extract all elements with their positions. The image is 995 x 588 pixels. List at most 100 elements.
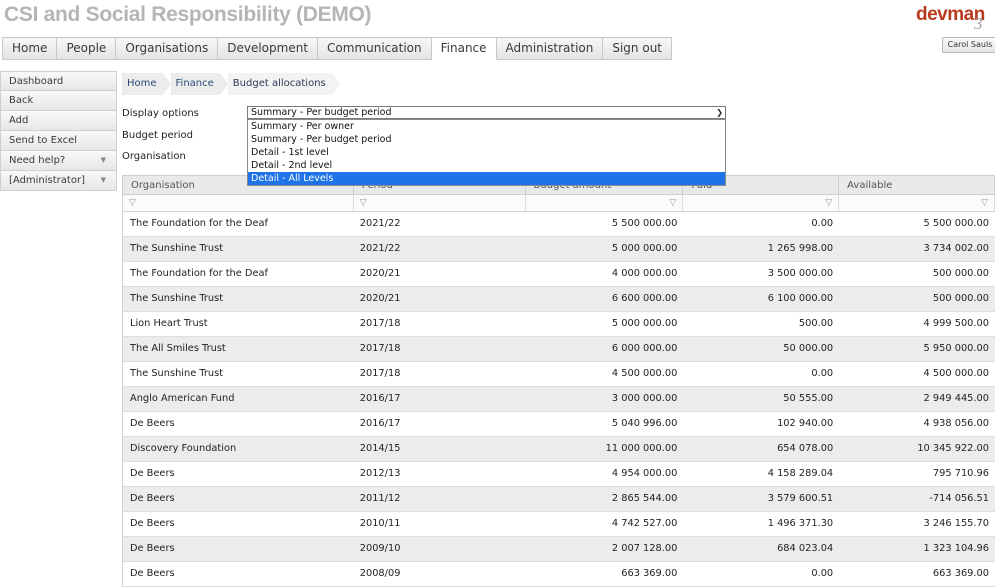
cell-budget-amount: 4 500 000.00 bbox=[611, 368, 678, 379]
table-row[interactable]: Lion Heart Trust 2017/18 5 000 000.00 500.0… bbox=[123, 312, 995, 337]
sidebar-item-add[interactable]: Add bbox=[0, 111, 117, 131]
cell-available: 3 734 002.00 bbox=[923, 243, 989, 254]
sidebar-item-administrator[interactable]: [Administrator] ▼ bbox=[0, 171, 117, 191]
dropdown-option[interactable]: Summary - Per owner bbox=[248, 120, 725, 133]
table-row[interactable]: The Sunshine Trust 2021/22 5 000 000.00 1 2… bbox=[123, 237, 995, 262]
display-options-value: Summary - Per budget period bbox=[251, 107, 392, 118]
cell-paid: 1 265 998.00 bbox=[767, 243, 834, 254]
table-row[interactable]: De Beers 2010/11 4 742 527.00 1 496 371.30 3… bbox=[123, 512, 995, 537]
cell-paid: 50 000.00 bbox=[783, 343, 834, 354]
filter-icon[interactable]: ▽ bbox=[981, 195, 988, 211]
cell-organisation: Anglo American Fund bbox=[130, 393, 235, 404]
nav-tab-people[interactable]: People bbox=[57, 37, 117, 60]
sidebar-item-send-to-excel[interactable]: Send to Excel bbox=[0, 131, 117, 151]
cell-organisation: De Beers bbox=[130, 543, 175, 554]
filter-icon[interactable]: ▽ bbox=[360, 195, 367, 211]
filter-cell[interactable]: ▽ bbox=[683, 195, 840, 211]
cell-paid: 684 023.04 bbox=[777, 543, 834, 554]
nav-tab-organisations[interactable]: Organisations bbox=[116, 37, 219, 60]
cell-paid: 3 579 600.51 bbox=[767, 493, 834, 504]
cell-budget-amount: 4 954 000.00 bbox=[611, 468, 678, 479]
budget-allocations-table: Organisation Period Budget amount Paid A… bbox=[122, 175, 995, 587]
table-row[interactable]: De Beers 2009/10 2 007 128.00 684 023.04 1 3… bbox=[123, 537, 995, 562]
cell-paid: 50 555.00 bbox=[783, 393, 834, 404]
breadcrumb-finance[interactable]: Finance bbox=[170, 73, 231, 95]
filter-icon[interactable]: ▽ bbox=[129, 195, 136, 211]
cell-paid: 4 158 289.04 bbox=[767, 468, 834, 479]
filter-cell[interactable]: ▽ bbox=[123, 195, 354, 211]
cell-paid: 1 496 371.30 bbox=[767, 518, 834, 529]
table-row[interactable]: De Beers 2008/09 663 369.00 0.00 663 369.00 bbox=[123, 562, 995, 587]
dropdown-option[interactable]: Detail - 2nd level bbox=[248, 159, 725, 172]
nav-tab-finance[interactable]: Finance bbox=[431, 37, 497, 60]
cell-available: 795 710.96 bbox=[932, 468, 989, 479]
sidebar-item-back[interactable]: Back bbox=[0, 91, 117, 111]
devman-logo[interactable]: devman 3 bbox=[916, 4, 995, 33]
dropdown-option-highlighted[interactable]: Detail - All Levels bbox=[248, 172, 725, 185]
sidebar-item-label: Add bbox=[9, 115, 29, 126]
sidebar-item-dashboard[interactable]: Dashboard bbox=[0, 71, 117, 91]
cell-period: 2014/15 bbox=[359, 443, 401, 454]
nav-tab-administration[interactable]: Administration bbox=[496, 37, 604, 60]
table-row[interactable]: The Sunshine Trust 2017/18 4 500 000.00 0.0… bbox=[123, 362, 995, 387]
table-row[interactable]: De Beers 2012/13 4 954 000.00 4 158 289.04 7… bbox=[123, 462, 995, 487]
cell-available: 4 500 000.00 bbox=[923, 368, 989, 379]
column-header-available[interactable]: Available bbox=[839, 176, 995, 194]
filter-cell[interactable]: ▽ bbox=[839, 195, 995, 211]
cell-paid: 102 940.00 bbox=[777, 418, 834, 429]
sidebar-item-label: Need help? bbox=[9, 155, 66, 166]
dropdown-option[interactable]: Summary - Per budget period bbox=[248, 133, 725, 146]
table-row[interactable]: The Foundation for the Deaf 2021/22 5 500 … bbox=[123, 212, 995, 237]
organisation-label: Organisation bbox=[122, 151, 186, 162]
sidebar-item-need-help[interactable]: Need help? ▼ bbox=[0, 151, 117, 171]
cell-available: 1 323 104.96 bbox=[923, 543, 989, 554]
nav-tab-communication[interactable]: Communication bbox=[318, 37, 432, 60]
cell-budget-amount: 6 600 000.00 bbox=[611, 293, 678, 304]
cell-paid: 0.00 bbox=[811, 218, 834, 229]
cell-period: 2017/18 bbox=[359, 318, 401, 329]
table-row[interactable]: Discovery Foundation 2014/15 11 000 000.00… bbox=[123, 437, 995, 462]
filter-cell[interactable]: ▽ bbox=[354, 195, 526, 211]
cell-paid: 3 500 000.00 bbox=[767, 268, 834, 279]
display-options-dropdown: Summary - Per owner Summary - Per budget… bbox=[247, 119, 726, 186]
cell-budget-amount: 2 007 128.00 bbox=[611, 543, 678, 554]
table-body: The Foundation for the Deaf 2021/22 5 500 … bbox=[123, 212, 995, 587]
cell-period: 2008/09 bbox=[359, 568, 401, 579]
cell-available: 500 000.00 bbox=[932, 293, 989, 304]
filter-icon[interactable]: ▽ bbox=[669, 195, 676, 211]
cell-available: 5 500 000.00 bbox=[923, 218, 989, 229]
filter-icon[interactable]: ▽ bbox=[825, 195, 832, 211]
cell-organisation: Lion Heart Trust bbox=[130, 318, 208, 329]
nav-tab-development[interactable]: Development bbox=[218, 37, 319, 60]
table-row[interactable]: De Beers 2011/12 2 865 544.00 3 579 600.51 -… bbox=[123, 487, 995, 512]
table-row[interactable]: De Beers 2016/17 5 040 996.00 102 940.00 4 9… bbox=[123, 412, 995, 437]
cell-period: 2011/12 bbox=[359, 493, 401, 504]
cell-paid: 0.00 bbox=[811, 368, 834, 379]
sidebar-item-label: Dashboard bbox=[9, 76, 64, 87]
cell-paid: 6 100 000.00 bbox=[767, 293, 834, 304]
cell-available: 5 950 000.00 bbox=[923, 343, 989, 354]
table-row[interactable]: The Foundation for the Deaf 2020/21 4 000 … bbox=[123, 262, 995, 287]
display-options-select[interactable]: Summary - Per budget period ❯ bbox=[247, 106, 726, 119]
cell-budget-amount: 5 000 000.00 bbox=[611, 243, 678, 254]
chevron-down-icon: ▼ bbox=[100, 156, 106, 164]
nav-tab-home[interactable]: Home bbox=[2, 37, 58, 60]
user-account-button[interactable]: Carol Sauls bbox=[942, 37, 995, 53]
filter-cell[interactable]: ▽ bbox=[526, 195, 684, 211]
nav-tab-sign-out[interactable]: Sign out bbox=[603, 37, 672, 60]
table-row[interactable]: The All Smiles Trust 2017/18 6 000 000.00 5… bbox=[123, 337, 995, 362]
cell-organisation: The All Smiles Trust bbox=[130, 343, 226, 354]
cell-available: 2 949 445.00 bbox=[923, 393, 989, 404]
cell-organisation: The Sunshine Trust bbox=[130, 293, 224, 304]
cell-available: -714 056.51 bbox=[929, 493, 989, 504]
cell-organisation: De Beers bbox=[130, 468, 175, 479]
cell-available: 4 999 500.00 bbox=[923, 318, 989, 329]
cell-period: 2016/17 bbox=[359, 418, 401, 429]
table-row[interactable]: Anglo American Fund 2016/17 3 000 000.00 50… bbox=[123, 387, 995, 412]
chevron-down-icon: ▼ bbox=[100, 176, 106, 184]
dropdown-option[interactable]: Detail - 1st level bbox=[248, 146, 725, 159]
cell-budget-amount: 5 040 996.00 bbox=[611, 418, 678, 429]
cell-period: 2017/18 bbox=[359, 368, 401, 379]
breadcrumb-home[interactable]: Home bbox=[122, 73, 172, 95]
table-row[interactable]: The Sunshine Trust 2020/21 6 600 000.00 6 1… bbox=[123, 287, 995, 312]
